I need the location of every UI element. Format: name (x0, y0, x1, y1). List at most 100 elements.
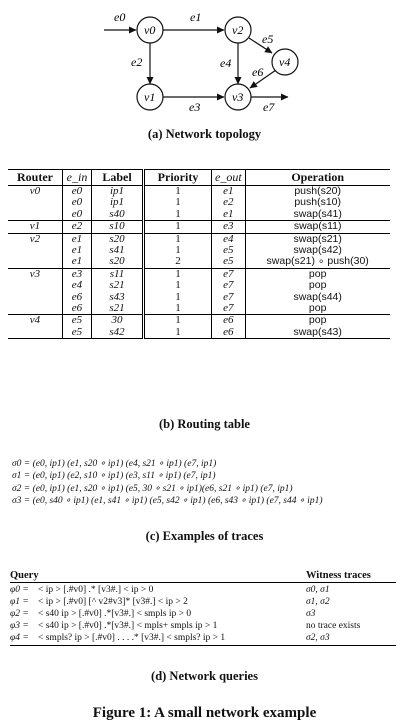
header-router: Router (8, 169, 63, 186)
query-row: φ0 = < ip > [.#v0] .* [v3#.] < ip > 0 σ0… (10, 584, 396, 596)
caption-traces: (c) Examples of traces (145, 529, 264, 543)
caption-routing-table: (b) Routing table (159, 417, 250, 431)
node-v4: v4 (271, 48, 299, 76)
node-v2: v2 (224, 16, 252, 44)
cell-router (8, 326, 63, 340)
node-v3: v3 (224, 83, 252, 111)
routing-table: Router e_in Label Priority e_out Operati… (8, 169, 390, 340)
cell-router (8, 303, 63, 315)
cell-eout: e7 (211, 279, 246, 292)
cell-operation: swap(s21) ∘ push(30) (244, 256, 390, 269)
query-witness: σ3 (306, 609, 316, 619)
trace-sigma0: σ0 = (e0, ip1) (e1, s20 ∘ ip1) (e4, s21 … (12, 459, 217, 469)
trace-sigma3: σ3 = (e0, s40 ∘ ip1) (e1, s41 ∘ ip1) (e5… (12, 496, 323, 507)
cell-operation: swap(s11) (244, 220, 390, 234)
node-v4-label: v4 (279, 55, 290, 69)
cell-eout: e1 (211, 208, 246, 221)
cell-operation: pop (244, 279, 390, 292)
query-witness: σ2, σ3 (306, 633, 330, 643)
table-row: v1 e2 s10 1 e3 swap(s11) (8, 220, 390, 234)
cell-operation: swap(s41) (244, 208, 390, 221)
queries-rows: φ0 = < ip > [.#v0] .* [v3#.] < ip > 0 σ0… (10, 583, 396, 646)
cell-priority: 2 (142, 256, 212, 269)
header-ein: e_in (62, 169, 92, 186)
table-row: e0 s40 1 e1 swap(s41) (8, 208, 390, 221)
node-v1-label: v1 (144, 90, 155, 104)
cell-priority: 1 (142, 279, 212, 292)
query-name: φ2 = (10, 609, 29, 619)
query-expression: < ip > [.#v0] [^ v2#v3]* [v3#.] < ip > 2 (38, 597, 188, 607)
trace-sigma1: σ1 = (e0, ip1) (e2, s10 ∘ ip1) (e3, s11 … (12, 471, 216, 482)
query-expression: < smpls? ip > [.#v0] . . . .* [v3#.] < s… (38, 633, 226, 643)
query-witness: σ0, σ1 (306, 585, 330, 595)
edge-label-e0: e0 (114, 10, 125, 24)
edge-label-e1: e1 (190, 10, 201, 24)
query-row: φ3 = < s40 ip > [.#v0] .*[v3#.] < mpls+ … (10, 620, 396, 632)
node-v0: v0 (136, 16, 164, 44)
cell-operation: swap(s43) (244, 326, 390, 340)
queries-table: Query Witness traces φ0 = < ip > [.#v0] … (10, 570, 396, 646)
node-v2-label: v2 (232, 23, 243, 37)
nodes: v0 v1 v2 v3 v4 (136, 16, 299, 111)
cell-ein: e5 (62, 326, 92, 340)
query-name: φ4 = (10, 633, 29, 643)
cell-priority: 1 (142, 220, 212, 234)
caption-topology: (a) Network topology (147, 127, 262, 141)
caption-queries: (d) Network queries (151, 669, 258, 683)
cell-ein: e2 (62, 220, 92, 234)
cell-router (8, 209, 63, 221)
table-row: e4 s21 1 e7 pop (8, 279, 390, 292)
edge-label-e2: e2 (131, 55, 142, 69)
cell-router (8, 245, 63, 256)
routing-table-header: Router e_in Label Priority e_out Operati… (8, 169, 390, 186)
cell-eout: e3 (211, 220, 246, 234)
cell-label: s21 (91, 302, 144, 315)
query-name: φ3 = (10, 621, 29, 631)
cell-priority: 1 (142, 208, 212, 221)
cell-router (8, 280, 63, 291)
cell-label: s21 (91, 279, 144, 292)
cell-router: v1 (8, 220, 63, 234)
cell-priority: 1 (142, 326, 212, 340)
query-name: φ0 = (10, 585, 29, 595)
header-label: Label (91, 169, 144, 186)
query-witness: σ1, σ2 (306, 597, 330, 607)
cell-ein: e0 (62, 208, 92, 221)
query-witness: no trace exists (306, 621, 361, 631)
cell-router (8, 292, 63, 303)
node-v0-label: v0 (144, 23, 155, 37)
cell-priority: 1 (142, 302, 212, 315)
query-expression: < ip > [.#v0] .* [v3#.] < ip > 0 (38, 585, 154, 595)
query-row: φ1 = < ip > [.#v0] [^ v2#v3]* [v3#.] < i… (10, 596, 396, 608)
table-row: v3 e3 s11 1 e7 pop (8, 267, 390, 281)
routing-table-body: v0 e0 ip1 1 e1 push(s20) e0 ip1 1 e2 push(s10) e0 s4… (8, 185, 390, 340)
edge-label-e6: e6 (252, 65, 263, 79)
query-row: φ2 = < s40 ip > [.#v0] .*[v3#.] < smpls … (10, 608, 396, 620)
query-expression: < s40 ip > [.#v0] .*[v3#.] < mpls+ smpls… (38, 621, 218, 631)
query-name: φ1 = (10, 597, 29, 607)
cell-eout: e7 (211, 302, 246, 315)
cell-label: s20 (91, 256, 144, 269)
edge-label-e3: e3 (189, 100, 200, 114)
cell-ein: e1 (62, 256, 92, 269)
cell-router: v4 (8, 314, 63, 327)
header-eout: e_out (211, 169, 246, 186)
cell-router (8, 197, 63, 208)
cell-label: s42 (91, 326, 144, 340)
network-topology-diagram: v0 v1 v2 v3 v4 e0 e1 e2 e3 e4 e5 e6 e7 (104, 10, 299, 114)
node-v1: v1 (136, 83, 164, 111)
node-v3-label: v3 (232, 90, 243, 104)
traces-list: σ0 = (e0, ip1) (e1, s20 ∘ ip1) (e4, s21 … (12, 458, 322, 508)
trace-sigma2: σ2 = (e0, ip1) (e1, s20 ∘ ip1) (e5, 30 ∘… (12, 483, 293, 494)
query-row: φ4 = < smpls? ip > [.#v0] . . . .* [v3#.… (10, 632, 396, 644)
table-row: e6 s21 1 e7 pop (8, 302, 390, 315)
table-row: e5 s42 1 e6 swap(s43) (8, 326, 390, 340)
cell-router: v0 (8, 185, 63, 198)
cell-router (8, 256, 63, 268)
cell-operation: pop (244, 302, 390, 315)
cell-router: v3 (8, 267, 63, 281)
table-row: e6 s43 1 e7 swap(s44) (8, 291, 390, 304)
queries-header-witness: Witness traces (306, 570, 371, 581)
figure-caption: Figure 1: A small network example (92, 705, 317, 721)
cell-ein: e4 (62, 279, 92, 292)
